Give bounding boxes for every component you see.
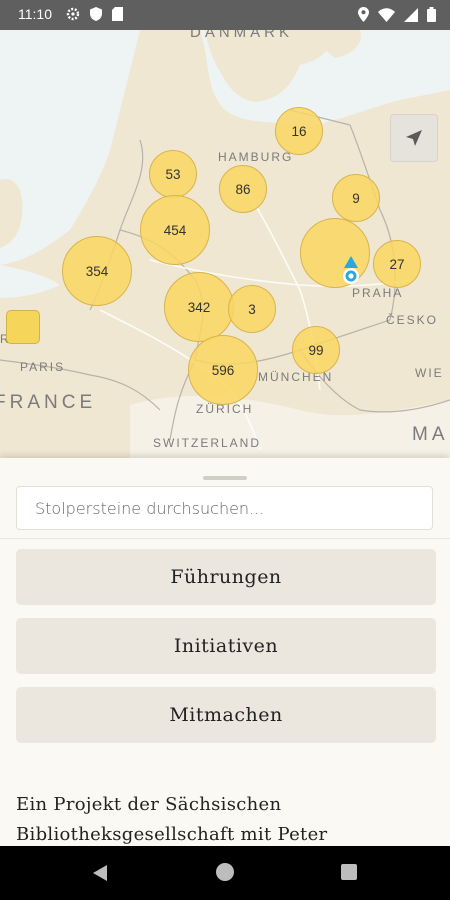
cluster-marker[interactable]: 454: [140, 195, 210, 265]
sheet-drag-handle[interactable]: [203, 476, 247, 480]
map[interactable]: DANMARK HAMBURG PRAHA ČESKO PARIS FRANCE…: [0, 30, 450, 460]
cluster-marker[interactable]: 9: [332, 174, 380, 222]
cluster-marker[interactable]: 354: [62, 236, 132, 306]
cluster-marker[interactable]: 53: [149, 150, 197, 198]
map-label-ma: MA: [412, 424, 449, 445]
cluster-marker[interactable]: 342: [164, 272, 234, 342]
map-label-switzerland: SWITZERLAND: [153, 436, 262, 450]
initiatives-button[interactable]: Initiativen: [16, 618, 436, 674]
map-label-praha: PRAHA: [352, 286, 404, 300]
cluster-marker[interactable]: 3: [228, 285, 276, 333]
wifi-icon: [378, 7, 395, 22]
divider: [0, 538, 450, 539]
home-circle-icon[interactable]: [216, 863, 234, 881]
location-pin-icon: [358, 7, 369, 22]
map-label-cesko: ČESKO: [386, 313, 439, 327]
map-label-wien: WIE: [415, 366, 444, 380]
about-line-1: Ein Projekt der Sächsischen: [16, 794, 282, 815]
cluster-marker[interactable]: 99: [292, 326, 340, 374]
map-label-paris: PARIS: [20, 360, 66, 374]
locate-button[interactable]: [390, 114, 438, 162]
shield-icon: [90, 7, 102, 21]
tours-button[interactable]: Führungen: [16, 549, 436, 605]
status-bar: 11:10: [0, 0, 450, 30]
navigation-bar: [0, 846, 450, 900]
cluster-marker[interactable]: 27: [373, 240, 421, 288]
navigation-arrow-icon: [406, 130, 422, 146]
about-text: Ein Projekt der Sächsischen Bibliotheksg…: [16, 790, 436, 850]
map-marker-square[interactable]: [6, 310, 40, 344]
cluster-marker[interactable]: 16: [275, 107, 323, 155]
cluster-marker[interactable]: 596: [188, 335, 258, 405]
user-location-icon: [343, 256, 359, 284]
map-label-france: FRANCE: [0, 392, 97, 413]
recents-square-icon[interactable]: [341, 864, 357, 880]
map-label-hamburg: HAMBURG: [218, 150, 294, 164]
battery-icon: [427, 7, 436, 22]
signal-icon: [404, 7, 418, 22]
participate-button[interactable]: Mitmachen: [16, 687, 436, 743]
sim-card-icon: [112, 7, 123, 21]
back-triangle-icon[interactable]: [92, 864, 108, 882]
search-input[interactable]: [16, 486, 433, 530]
cluster-marker[interactable]: 86: [219, 165, 267, 213]
bottom-sheet: Führungen Initiativen Mitmachen Ein Proj…: [0, 458, 450, 846]
settings-gear-icon: [66, 7, 80, 21]
map-label-danmark: DANMARK: [190, 30, 294, 41]
status-time: 11:10: [18, 6, 52, 22]
